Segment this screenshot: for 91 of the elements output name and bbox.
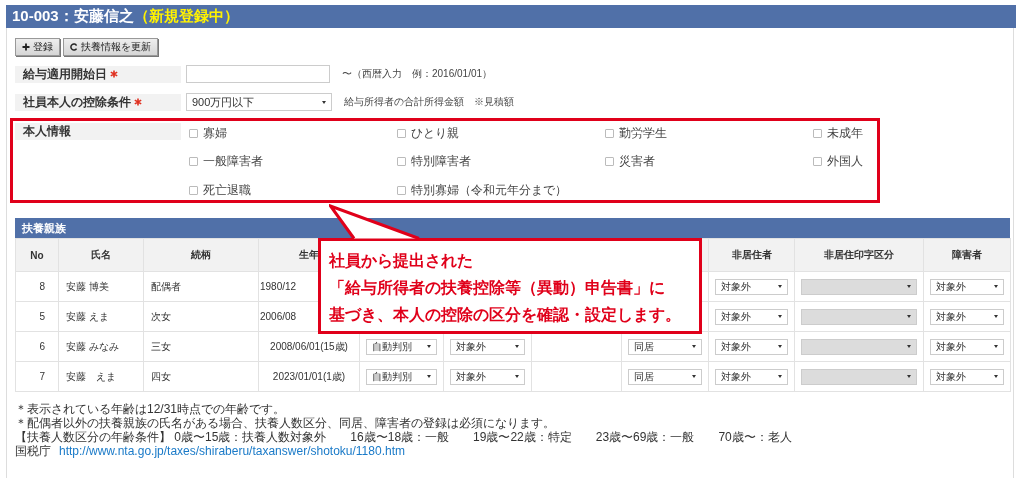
column-header: No — [15, 238, 59, 272]
refresh-button[interactable]: 扶養情報を更新 — [63, 38, 158, 56]
column-header: 非居住者 — [708, 238, 795, 272]
field-label: 社員本人の控除条件 — [15, 93, 181, 111]
disability-select[interactable]: 対象外 — [930, 338, 1004, 355]
dependent-type-select[interactable]: 対象外 — [450, 368, 525, 385]
nonresident-select[interactable]: 対象外 — [715, 368, 788, 385]
checkbox[interactable] — [605, 157, 614, 167]
table-cell: 安藤 博美 — [58, 271, 144, 302]
caret-icon — [778, 345, 782, 348]
table-cell: 2023/01/01(1歳) — [258, 361, 360, 392]
judgement-select[interactable]: 自動判別 — [366, 338, 437, 355]
table-cell: 8 — [15, 271, 59, 302]
checkbox-option[interactable]: ひとり親 — [397, 124, 605, 142]
caret-icon — [994, 285, 998, 288]
checkbox[interactable] — [189, 157, 198, 167]
checkbox-option[interactable]: 特別障害者 — [397, 152, 605, 171]
caret-icon — [994, 375, 998, 378]
caret-icon — [515, 345, 519, 348]
field-label: 本人情報 — [15, 123, 181, 140]
checkbox-option[interactable]: 災害者 — [605, 152, 813, 171]
record-title: 10-003：安藤信之 — [12, 7, 134, 26]
checkbox[interactable] — [605, 128, 614, 138]
date-hint: 〜（西暦入力 例：2016/01/01） — [342, 67, 493, 81]
column-header: 氏名 — [58, 238, 144, 272]
field-label: 給与適用開始日 — [15, 65, 181, 83]
checkbox[interactable] — [189, 128, 198, 138]
register-button[interactable]: 登録 — [15, 38, 60, 56]
checkbox-option[interactable]: 特別寡婦（令和元年分まで） — [397, 181, 605, 200]
refresh-icon — [70, 43, 78, 51]
note-text: ＊表示されている年齢は12/31時点での年齢です。 — [15, 402, 287, 416]
checkbox[interactable] — [813, 128, 822, 138]
judgement-select[interactable]: 自動判別 — [366, 368, 437, 385]
checkbox[interactable] — [397, 185, 406, 195]
note-text: ＊配偶者以外の扶養親族の氏名がある場合、扶養人数区分、同居、障害者の登録は必須になります。 — [15, 416, 556, 430]
column-header: 続柄 — [143, 238, 259, 272]
table-cell: 安藤 えま — [58, 301, 144, 332]
caret-icon — [907, 315, 911, 318]
table-cell: 四女 — [143, 361, 259, 392]
caret-icon — [515, 375, 519, 378]
checkbox[interactable] — [397, 157, 406, 167]
checkbox-option[interactable]: 死亡退職 — [189, 181, 397, 200]
caret-icon — [907, 375, 911, 378]
caret-icon — [322, 100, 326, 104]
checkbox-option[interactable]: 未成年 — [813, 124, 873, 142]
cohabitation-select[interactable]: 同居 — [628, 338, 702, 355]
table-cell: 安藤 えま — [58, 361, 144, 392]
caret-icon — [427, 345, 431, 348]
checkbox-option[interactable]: 勤労学生 — [605, 124, 813, 142]
table-cell: 三女 — [143, 331, 259, 362]
note-text: 【扶養人数区分の年齢条件】 0歳〜15歳：扶養人数対象外 16歳〜18歳：一般 19歳〜22歳：特定 23歳〜69歳：一般 70歳〜：老人 — [15, 430, 793, 444]
income-select[interactable]: 900万円以下 — [186, 93, 332, 111]
date-input[interactable] — [186, 65, 330, 83]
status-label: （新規登録中） — [133, 7, 239, 26]
nonresident-select[interactable]: 対象外 — [715, 278, 788, 295]
table-cell: 安藤 みなみ — [58, 331, 144, 362]
caret-icon — [994, 345, 998, 348]
caret-icon — [692, 345, 696, 348]
checkbox[interactable] — [189, 185, 198, 195]
checkbox-option[interactable]: 外国人 — [813, 152, 873, 171]
reference-link[interactable]: http://www.nta.go.jp/taxes/shiraberu/taxanswer/shotoku/1180.htm — [59, 444, 405, 458]
column-header: 障害者 — [923, 238, 1011, 272]
checkbox-option[interactable]: 寡婦 — [189, 124, 397, 142]
caret-icon — [778, 375, 782, 378]
checkbox[interactable] — [397, 128, 406, 138]
panel-header: 扶養親族 — [15, 218, 1010, 238]
income-hint: 給与所得者の合計所得金額 ※見積額 — [344, 95, 514, 109]
caret-icon — [994, 315, 998, 318]
cohabitation-select[interactable]: 同居 — [628, 368, 702, 385]
disability-select[interactable]: 対象外 — [930, 308, 1004, 325]
caret-icon — [778, 315, 782, 318]
plus-icon — [22, 43, 30, 51]
caret-icon — [907, 285, 911, 288]
source-label: 国税庁 — [15, 444, 51, 458]
table-cell: 配偶者 — [143, 271, 259, 302]
table-cell: 5 — [15, 301, 59, 332]
caret-icon — [427, 375, 431, 378]
checkbox[interactable] — [813, 157, 822, 167]
dependent-type-select[interactable]: 対象外 — [450, 338, 525, 355]
column-header: 非居住印字区分 — [794, 238, 924, 272]
disability-select[interactable]: 対象外 — [930, 278, 1004, 295]
nonresident-select[interactable]: 対象外 — [715, 308, 788, 325]
table-cell: 7 — [15, 361, 59, 392]
caret-icon — [778, 285, 782, 288]
disability-select[interactable]: 対象外 — [930, 368, 1004, 385]
nonresident-select[interactable]: 対象外 — [715, 338, 788, 355]
caret-icon — [692, 375, 696, 378]
table-cell: 6 — [15, 331, 59, 362]
caret-icon — [907, 345, 911, 348]
table-cell: 次女 — [143, 301, 259, 332]
checkbox-option[interactable]: 一般障害者 — [189, 152, 397, 171]
